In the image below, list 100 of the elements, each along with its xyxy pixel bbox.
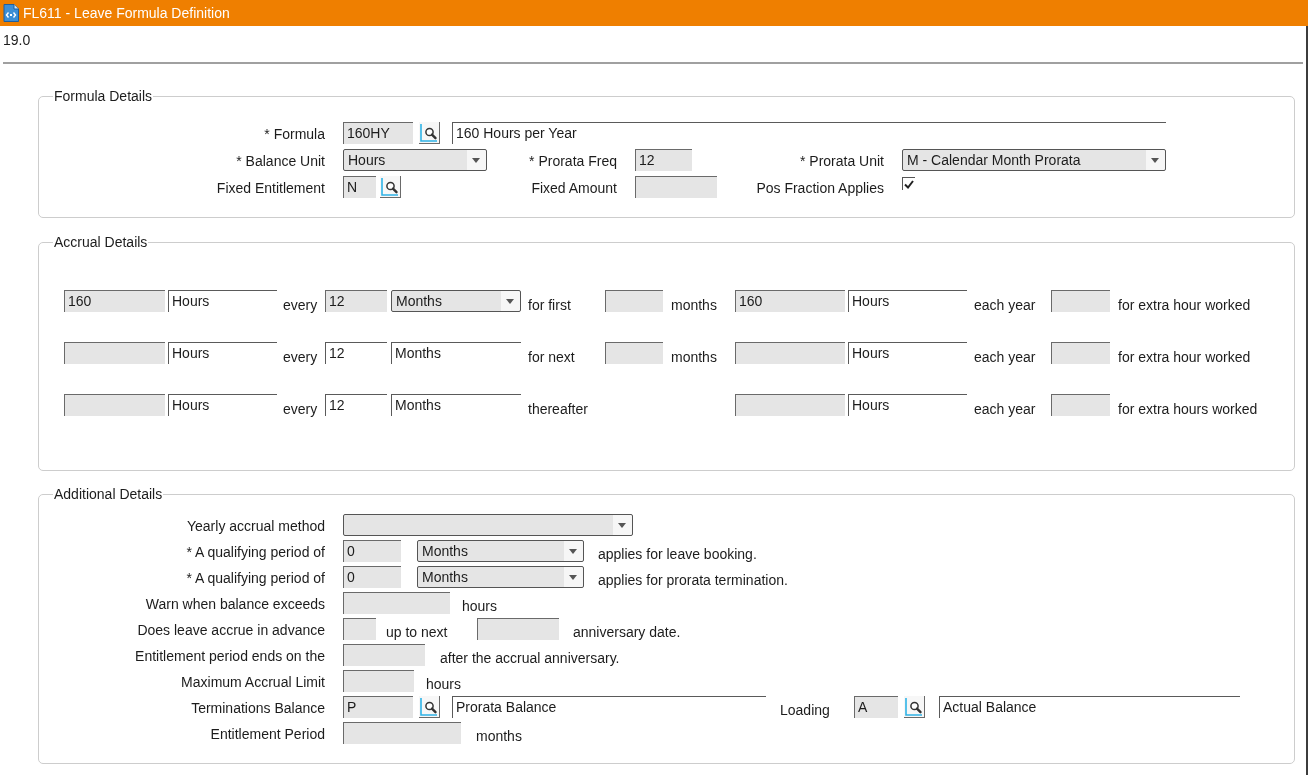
input-field[interactable]: P	[343, 696, 413, 718]
dropdown[interactable]: Months	[417, 540, 584, 562]
version-text: 19.0	[3, 31, 31, 49]
dropdown[interactable]: Months	[417, 566, 584, 588]
field-label: * Formula	[263, 125, 325, 144]
field-label: Terminations Balance	[190, 699, 325, 718]
form-text: months	[476, 727, 523, 744]
section-title: Additional Details	[53, 486, 164, 502]
field-label: * A qualifying period of	[185, 543, 325, 562]
dropdown[interactable]	[343, 514, 633, 536]
form-text: hours	[426, 675, 463, 692]
check-icon	[904, 179, 914, 189]
form-text: every	[283, 400, 319, 416]
caret-icon	[1151, 157, 1159, 163]
input-field[interactable]: 12	[635, 149, 692, 171]
field-label: Fixed Amount	[530, 179, 617, 198]
form-text: months	[671, 296, 718, 312]
form-text: every	[283, 296, 319, 312]
input-field[interactable]: 0	[343, 566, 401, 588]
input-field[interactable]: 160	[64, 290, 165, 312]
field-label: * A qualifying period of	[185, 569, 325, 588]
form-text: months	[671, 348, 718, 364]
input-field[interactable]	[635, 176, 717, 198]
form-text: for first	[528, 296, 572, 312]
input-field[interactable]	[343, 670, 414, 692]
lookup-button[interactable]	[380, 176, 401, 198]
form-text: after the accrual anniversary.	[440, 649, 621, 666]
field-label: Warn when balance exceeds	[144, 595, 325, 614]
search-icon	[381, 177, 399, 196]
form-text: applies for prorata termination.	[598, 571, 789, 588]
document-icon	[3, 4, 19, 22]
readonly-field: Months	[391, 394, 521, 416]
field-label: Maximum Accrual Limit	[180, 673, 325, 692]
dropdown[interactable]: Months	[391, 290, 521, 312]
input-field[interactable]	[343, 618, 376, 640]
input-field[interactable]	[1051, 342, 1110, 364]
input-field[interactable]	[64, 342, 165, 364]
readonly-field: Prorata Balance	[452, 696, 766, 718]
dropdown[interactable]: M - Calendar Month Prorata	[902, 149, 1166, 171]
input-field[interactable]: 0	[343, 540, 401, 562]
readonly-field: Hours	[168, 394, 277, 416]
form-text: for extra hour worked	[1118, 296, 1252, 312]
input-field[interactable]	[64, 394, 165, 416]
section-title: Accrual Details	[53, 234, 149, 250]
readonly-field: 12	[325, 342, 387, 364]
readonly-field: Hours	[168, 290, 277, 312]
readonly-field: Hours	[848, 394, 967, 416]
field-label: * Balance Unit	[235, 152, 325, 171]
form-text: each year	[974, 296, 1037, 312]
readonly-field: 12	[325, 394, 387, 416]
checkbox[interactable]	[902, 177, 915, 190]
caret-icon	[569, 548, 577, 554]
input-field[interactable]	[1051, 394, 1110, 416]
form-text: Loading	[780, 701, 831, 718]
field-label: Does leave accrue in advance	[136, 621, 325, 640]
readonly-field: Months	[391, 342, 521, 364]
lookup-button[interactable]	[419, 696, 440, 718]
readonly-field: 160 Hours per Year	[452, 122, 1166, 144]
form-text: applies for leave booking.	[598, 545, 758, 562]
input-field[interactable]	[605, 342, 663, 364]
form-text: up to next	[386, 623, 449, 640]
search-icon	[905, 697, 923, 716]
field-label: Fixed Entitlement	[215, 179, 325, 198]
input-field[interactable]	[735, 394, 845, 416]
form-text: hours	[462, 597, 499, 614]
lookup-button[interactable]	[419, 122, 440, 144]
window-title: FL611 - Leave Formula Definition	[23, 5, 230, 21]
dropdown[interactable]: Hours	[343, 149, 487, 171]
search-icon	[420, 697, 438, 716]
search-icon	[420, 123, 438, 142]
input-field[interactable]: A	[854, 696, 898, 718]
readonly-field: Hours	[848, 290, 967, 312]
caret-icon	[506, 298, 514, 304]
input-field[interactable]: N	[343, 176, 376, 198]
caret-icon	[472, 157, 480, 163]
field-label: * Prorata Unit	[798, 152, 884, 171]
caret-icon	[569, 574, 577, 580]
section-title: Formula Details	[53, 88, 154, 104]
readonly-field: Hours	[848, 342, 967, 364]
form-text: anniversary date.	[573, 623, 682, 640]
readonly-field: Hours	[168, 342, 277, 364]
form-text: every	[283, 348, 319, 364]
input-field[interactable]	[605, 290, 663, 312]
input-field[interactable]	[477, 618, 559, 640]
field-label: Pos Fraction Applies	[755, 179, 884, 198]
input-field[interactable]	[343, 722, 461, 744]
readonly-field: Actual Balance	[939, 696, 1240, 718]
input-field[interactable]	[735, 342, 845, 364]
input-field[interactable]	[343, 644, 425, 666]
input-field[interactable]: 160	[735, 290, 845, 312]
field-label: Entitlement period ends on the	[134, 647, 325, 666]
form-text: for extra hours worked	[1118, 400, 1259, 416]
field-label: * Prorata Freq	[528, 152, 617, 171]
input-field[interactable]	[343, 592, 450, 614]
form-text: for extra hour worked	[1118, 348, 1252, 364]
form-text: for next	[528, 348, 576, 364]
input-field[interactable]	[1051, 290, 1110, 312]
lookup-button[interactable]	[904, 696, 925, 718]
input-field[interactable]: 160HY	[343, 122, 413, 144]
input-field[interactable]: 12	[325, 290, 387, 312]
